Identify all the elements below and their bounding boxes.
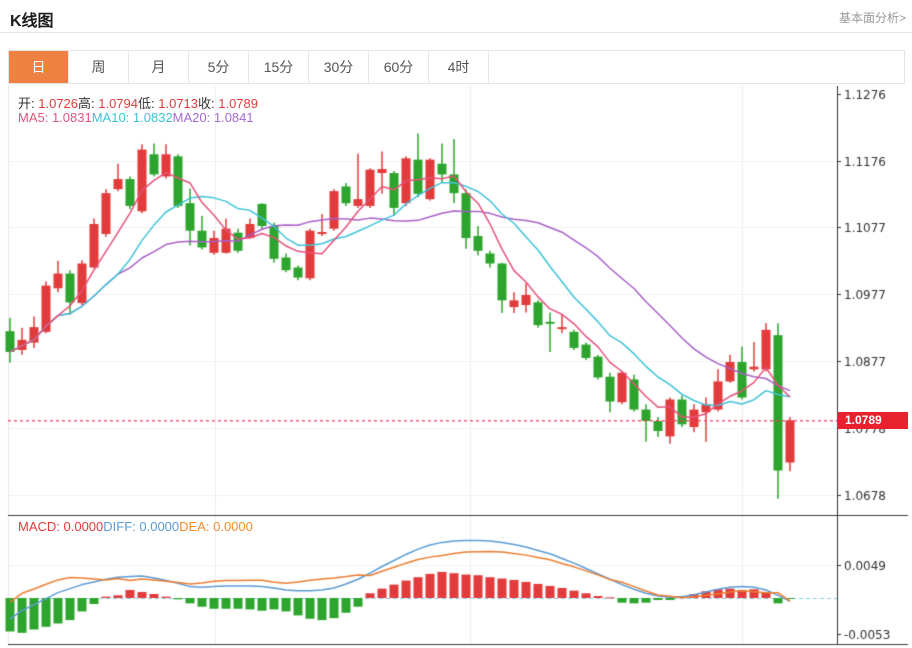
tab-30分[interactable]: 30分: [309, 51, 369, 83]
title-divider: [0, 32, 912, 33]
tab-60分[interactable]: 60分: [369, 51, 429, 83]
kline-page: K线图 基本面分析> 日周月 5分 15分 30分 60分 4时 开: 1.0726高: …: [0, 0, 912, 648]
fundamental-analysis-link[interactable]: 基本面分析>: [839, 9, 906, 26]
kline-chart-canvas[interactable]: [0, 86, 912, 648]
tab-4时[interactable]: 4时: [429, 51, 489, 83]
period-tab-bar: 日周月 5分 15分 30分 60分 4时: [8, 50, 905, 84]
page-title: K线图: [10, 13, 54, 30]
tab-15分[interactable]: 15分: [249, 51, 309, 83]
tab-日[interactable]: 日: [9, 51, 69, 83]
chart-area: 开: 1.0726高: 1.0794低: 1.0713收: 1.0789 MA5…: [0, 86, 912, 648]
tab-周[interactable]: 周: [69, 51, 129, 83]
tab-5分[interactable]: 5分: [189, 51, 249, 83]
tab-月[interactable]: 月: [129, 51, 189, 83]
